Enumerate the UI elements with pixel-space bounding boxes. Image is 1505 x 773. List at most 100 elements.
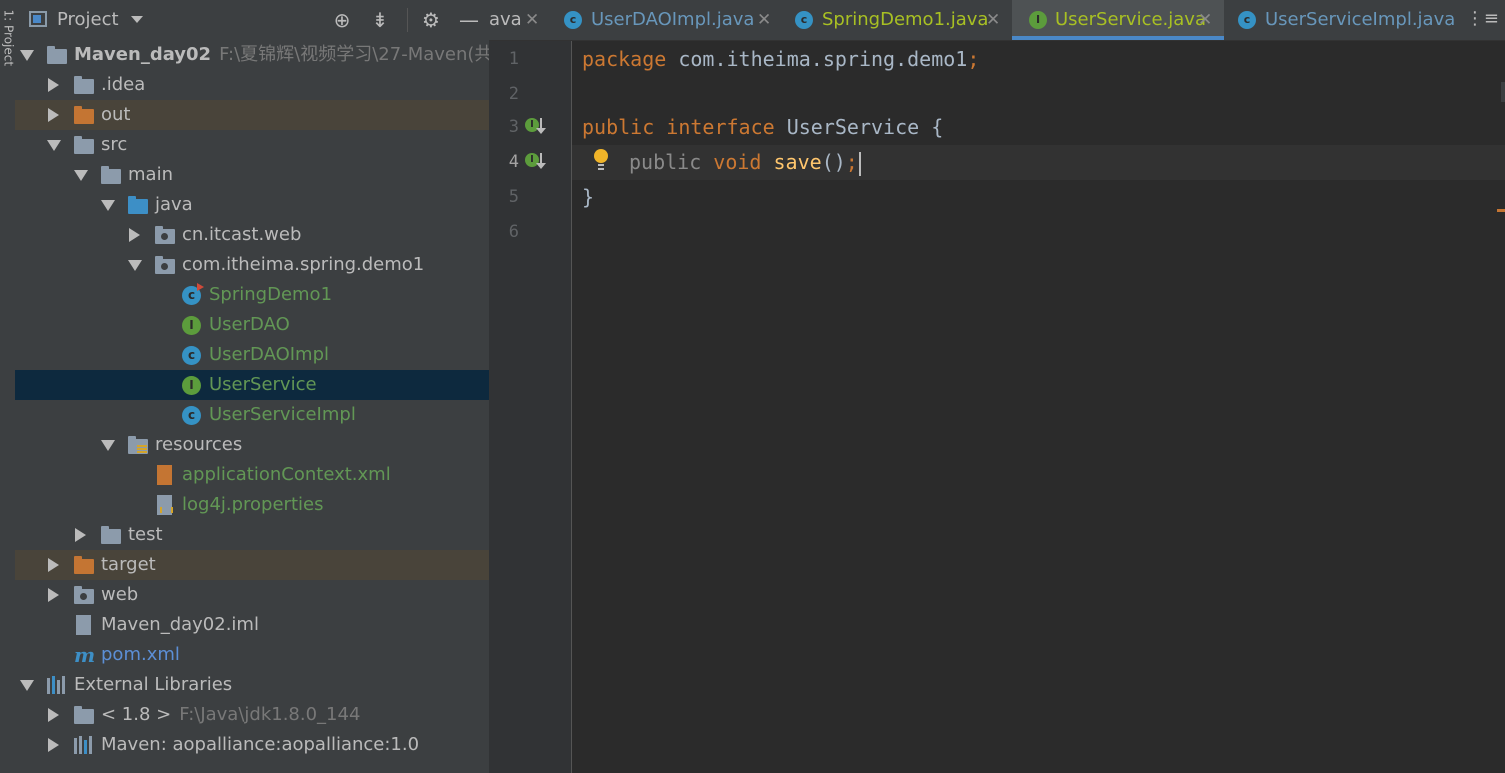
tree-item-resources[interactable]: resources xyxy=(15,430,489,460)
class-icon: c xyxy=(564,11,582,29)
tree-item-interface[interactable]: I UserDAO xyxy=(15,310,489,340)
lightbulb-icon[interactable] xyxy=(594,149,608,170)
tree-item-src[interactable]: src xyxy=(15,130,489,160)
expand-arrow-icon[interactable] xyxy=(75,528,86,542)
tree-item-target[interactable]: target xyxy=(15,550,489,580)
tree-item-label: com.itheima.spring.demo1 xyxy=(182,254,425,275)
tree-item-package[interactable]: com.itheima.spring.demo1 xyxy=(15,250,489,280)
expand-arrow-icon[interactable] xyxy=(129,228,140,242)
module-folder-icon xyxy=(47,46,67,64)
folder-icon xyxy=(74,136,94,154)
editor-tab[interactable]: ava ✕ xyxy=(489,0,555,40)
close-icon[interactable]: ✕ xyxy=(1198,0,1212,40)
class-icon: c xyxy=(182,406,201,425)
tree-item-label: External Libraries xyxy=(74,674,233,695)
tree-item-file[interactable]: m pom.xml xyxy=(15,640,489,670)
tree-item-main[interactable]: main xyxy=(15,160,489,190)
close-icon[interactable]: ✕ xyxy=(986,0,1000,40)
jdk-icon xyxy=(74,706,94,724)
class-icon: c xyxy=(1238,11,1256,29)
tree-item-idea[interactable]: .idea xyxy=(15,70,489,100)
expand-arrow-icon[interactable] xyxy=(101,200,115,211)
chevron-down-icon[interactable] xyxy=(131,16,143,23)
expand-arrow-icon[interactable] xyxy=(74,170,88,181)
editor-tab[interactable]: c SpringDemo1.java ✕ xyxy=(785,0,1012,40)
tree-item-test[interactable]: test xyxy=(15,520,489,550)
tab-list-menu-icon[interactable]: ⋮≡ xyxy=(1466,8,1499,29)
expand-arrow-icon[interactable] xyxy=(48,108,59,122)
project-tool-window-button[interactable]: 1: Project xyxy=(1,10,16,67)
tree-item-label: UserDAOImpl xyxy=(209,344,330,365)
toolbar-divider xyxy=(407,8,408,32)
module-file-icon xyxy=(76,615,91,635)
tree-item-label: web xyxy=(101,584,139,605)
expand-arrow-icon[interactable] xyxy=(20,50,34,61)
implemented-by-icon[interactable]: I xyxy=(525,118,546,138)
expand-arrow-icon[interactable] xyxy=(48,558,59,572)
tree-item-out[interactable]: out xyxy=(15,100,489,130)
expand-arrow-icon[interactable] xyxy=(48,588,59,602)
expand-arrow-icon[interactable] xyxy=(101,440,115,451)
editor-tab-active[interactable]: I UserService.java ✕ xyxy=(1012,0,1224,40)
tree-item-label: src xyxy=(101,134,128,155)
class-icon: c xyxy=(182,346,201,365)
tree-item-interface-selected[interactable]: I UserService xyxy=(15,370,489,400)
package-icon xyxy=(155,226,175,244)
close-icon[interactable]: ✕ xyxy=(525,0,539,40)
tree-item-file[interactable]: applicationContext.xml xyxy=(15,460,489,490)
close-icon[interactable]: ✕ xyxy=(757,0,771,40)
code-line: public void save(); xyxy=(629,145,861,180)
expand-arrow-icon[interactable] xyxy=(48,708,59,722)
line-number: 3 xyxy=(508,117,519,137)
runnable-class-icon: c xyxy=(795,11,813,29)
tree-item-label: < 1.8 > xyxy=(101,704,172,725)
expand-arrow-icon[interactable] xyxy=(128,260,142,271)
interface-icon: I xyxy=(182,316,201,335)
tree-item-label: UserServiceImpl xyxy=(209,404,356,425)
tree-item-jdk[interactable]: < 1.8 > F:\Java\jdk1.8.0_144 xyxy=(15,700,489,730)
web-folder-icon xyxy=(74,586,94,604)
tree-item-file[interactable]: log4j.properties xyxy=(15,490,489,520)
runnable-class-icon: c xyxy=(182,283,204,305)
code-editor[interactable]: package com.itheima.spring.demo1; public… xyxy=(572,41,1505,773)
interface-icon: I xyxy=(182,376,201,395)
tree-item-label: pom.xml xyxy=(101,644,180,665)
tree-item-path: F:\夏锦辉\视频学习\27-Maven(共3 xyxy=(219,44,489,65)
editor-gutter: 1 2 3 4 5 6 I I xyxy=(489,41,572,773)
collapse-all-icon[interactable]: ⇟ xyxy=(368,8,392,32)
tree-item-project-root[interactable]: Maven_day02 F:\夏锦辉\视频学习\27-Maven(共3 xyxy=(15,40,489,70)
tree-item-label: java xyxy=(155,194,193,215)
locate-icon[interactable]: ⊕ xyxy=(330,8,354,32)
editor-tab[interactable]: c UserDAOImpl.java ✕ xyxy=(555,0,785,40)
editor-tab[interactable]: c UserServiceImpl.java xyxy=(1224,0,1455,40)
maven-icon: m xyxy=(74,643,96,667)
hide-panel-icon[interactable]: — xyxy=(457,8,481,32)
code-line: package com.itheima.spring.demo1; xyxy=(582,47,980,71)
tree-item-class[interactable]: c UserDAOImpl xyxy=(15,340,489,370)
source-folder-icon xyxy=(128,196,148,214)
expand-arrow-icon[interactable] xyxy=(48,78,59,92)
tree-item-web[interactable]: web xyxy=(15,580,489,610)
scrollbar[interactable] xyxy=(1501,82,1505,102)
tree-item-class[interactable]: c UserServiceImpl xyxy=(15,400,489,430)
expand-arrow-icon[interactable] xyxy=(47,140,61,151)
project-view-selector[interactable]: Project xyxy=(57,9,119,30)
tree-item-label: test xyxy=(128,524,163,545)
tree-item-java[interactable]: java xyxy=(15,190,489,220)
line-number: 5 xyxy=(508,187,519,207)
gear-icon[interactable]: ⚙ xyxy=(419,8,443,32)
warning-stripe-marker[interactable] xyxy=(1497,209,1505,212)
spring-xml-file-icon xyxy=(157,465,172,485)
implemented-by-icon[interactable]: I xyxy=(525,153,546,173)
interface-icon: I xyxy=(1029,11,1047,29)
tree-item-class[interactable]: c SpringDemo1 xyxy=(15,280,489,310)
resources-folder-icon xyxy=(128,436,148,454)
expand-arrow-icon[interactable] xyxy=(48,738,59,752)
expand-arrow-icon[interactable] xyxy=(20,680,34,691)
folder-icon xyxy=(74,76,94,94)
tree-item-label: Maven_day02.iml xyxy=(101,614,259,635)
tree-item-library[interactable]: Maven: aopalliance:aopalliance:1.0 xyxy=(15,730,489,760)
tree-item-file[interactable]: Maven_day02.iml xyxy=(15,610,489,640)
tree-item-external-libraries[interactable]: External Libraries xyxy=(15,670,489,700)
tree-item-package[interactable]: cn.itcast.web xyxy=(15,220,489,250)
